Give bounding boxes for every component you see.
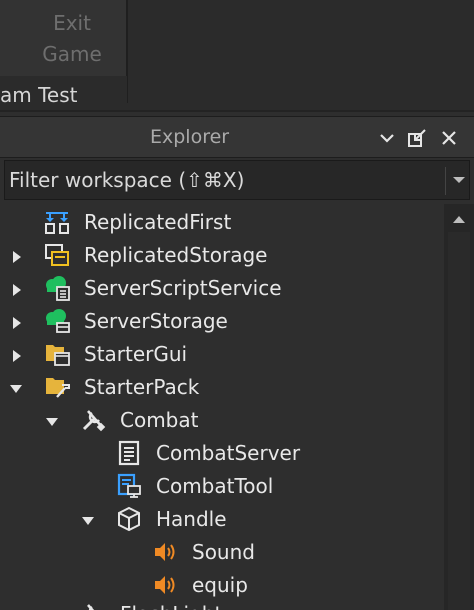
chevron-down-icon[interactable] (376, 127, 398, 149)
ribbon-toolbar: Exit Game am Test (0, 0, 474, 112)
undock-icon[interactable] (406, 127, 428, 149)
replicated-first-icon (45, 212, 69, 234)
expand-arrow-icon[interactable] (10, 349, 24, 363)
ribbon-bottom-border (0, 110, 474, 112)
expand-arrow-icon[interactable] (10, 250, 24, 264)
server-storage-icon (46, 309, 70, 333)
ribbon-divider (127, 0, 128, 103)
tree-item-replicatedstorage[interactable]: ReplicatedStorage (0, 239, 444, 272)
exit-game-button[interactable]: Exit Game (0, 0, 127, 76)
collapse-arrow-icon[interactable] (81, 514, 95, 528)
explorer-header: Explorer (0, 116, 474, 158)
panel-title: Explorer (150, 126, 230, 148)
starter-gui-icon (46, 345, 70, 366)
sound-icon (155, 576, 175, 594)
filter-box (4, 160, 470, 200)
filter-separator (445, 167, 446, 195)
tree-item-combattool[interactable]: CombatTool (0, 470, 444, 503)
expand-arrow-icon[interactable] (10, 316, 24, 330)
server-script-service-icon (46, 276, 70, 301)
explorer-tree: ReplicatedFirst ReplicatedStorage Server… (0, 204, 444, 610)
expand-arrow-icon[interactable] (10, 283, 24, 297)
collapse-arrow-icon[interactable] (45, 415, 59, 429)
tree-scrollbar[interactable] (444, 204, 474, 610)
filter-dropdown-icon[interactable] (451, 171, 467, 189)
tree-item-combat[interactable]: Combat (0, 404, 444, 437)
tool-icon (82, 410, 106, 432)
tree-item-serverscriptservice[interactable]: ServerScriptService (0, 272, 444, 305)
tree-item-sound[interactable]: Sound (0, 536, 444, 569)
tree-item-replicatedfirst[interactable]: ReplicatedFirst (0, 206, 444, 239)
collapse-arrow-icon[interactable] (9, 382, 23, 396)
scroll-track[interactable] (448, 232, 470, 610)
starter-pack-icon (46, 378, 70, 398)
filter-workspace-input[interactable] (9, 165, 429, 195)
close-icon[interactable] (438, 127, 460, 149)
tool-icon (87, 604, 95, 610)
tree-item-handle[interactable]: Handle (0, 503, 444, 536)
scroll-up-arrow-icon[interactable] (452, 214, 466, 224)
replicated-storage-icon (45, 244, 69, 266)
script-icon (118, 440, 140, 466)
team-test-label[interactable]: am Test (0, 82, 77, 108)
exit-game-label: Exit Game (42, 11, 102, 66)
part-icon (118, 506, 140, 532)
local-script-icon (117, 473, 141, 498)
tree-item-serverstorage[interactable]: ServerStorage (0, 305, 444, 338)
sound-icon (155, 543, 175, 561)
tree-item-starterpack[interactable]: StarterPack (0, 371, 444, 404)
studio-window: Exit Game am Test Explorer Filter worksp… (0, 0, 474, 610)
tree-item-startergui[interactable]: StarterGui (0, 338, 444, 371)
tree-item-flashlight[interactable]: FlashLight (0, 598, 444, 610)
tree-item-combatserver[interactable]: CombatServer (0, 437, 444, 470)
